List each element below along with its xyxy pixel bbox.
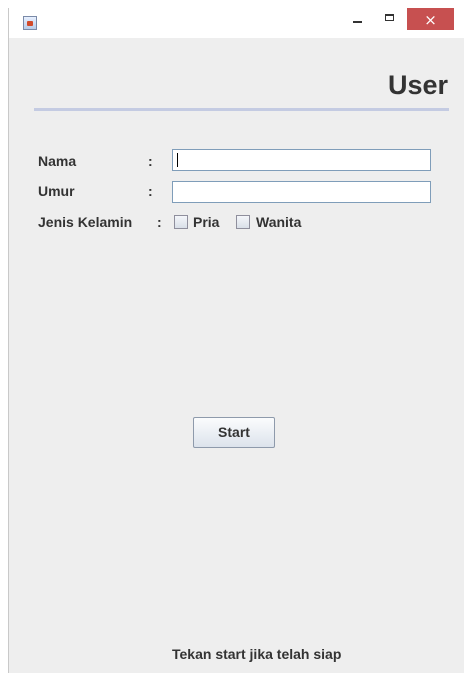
close-icon: × <box>424 11 437 29</box>
nama-input[interactable] <box>172 149 431 171</box>
title-bar[interactable]: × <box>9 8 464 38</box>
java-app-icon <box>23 16 37 30</box>
umur-colon: : <box>148 183 153 199</box>
close-button[interactable]: × <box>407 8 454 30</box>
maximize-button[interactable] <box>377 8 403 30</box>
start-button[interactable]: Start <box>193 417 275 448</box>
minimize-button[interactable] <box>345 8 371 30</box>
umur-label: Umur <box>38 183 75 199</box>
text-caret <box>177 153 178 167</box>
wanita-label[interactable]: Wanita <box>256 214 301 230</box>
nama-colon: : <box>148 153 153 169</box>
gender-label: Jenis Kelamin <box>38 214 133 230</box>
pria-label[interactable]: Pria <box>193 214 219 230</box>
page-title: User <box>387 70 448 100</box>
hint-text: Tekan start jika telah siap <box>172 646 342 662</box>
gender-colon: : <box>157 214 162 230</box>
wanita-checkbox[interactable] <box>236 215 250 229</box>
umur-input[interactable] <box>172 181 431 203</box>
pria-checkbox[interactable] <box>174 215 188 229</box>
nama-label: Nama <box>38 153 77 169</box>
app-window: × User Nama : Umur : Jenis Kelamin : Pri… <box>8 8 464 673</box>
heading-divider <box>34 108 449 111</box>
